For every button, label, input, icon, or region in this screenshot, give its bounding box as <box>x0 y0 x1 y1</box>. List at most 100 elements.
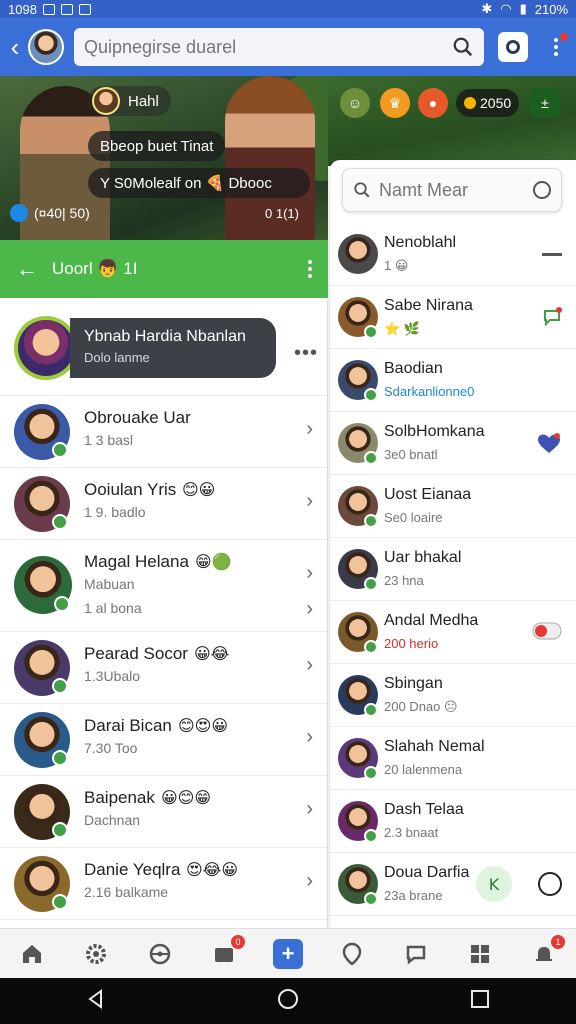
contacts-panel: Nenoblahl 1 😀 Sabe Nirana ⭐ 🌿 Baodian Sdarkan… <box>330 160 576 928</box>
coin-icon <box>464 97 476 109</box>
verified-check-icon <box>364 766 378 780</box>
chevron-right-icon[interactable]: › <box>306 562 313 585</box>
contact-row[interactable]: Darai Bican 😊😍😀 7.30 Too › <box>0 704 327 776</box>
contact-name: Obrouake Uar <box>84 408 191 427</box>
back-arrow-icon[interactable]: ← <box>16 256 38 282</box>
signal-icon: ▮ <box>519 1 527 16</box>
search-bar[interactable] <box>74 28 484 66</box>
panel-contact-row[interactable]: Sbingan 200 Dnao 😐 <box>330 665 576 727</box>
grid-icon[interactable] <box>465 939 495 969</box>
verified-check-icon <box>52 822 68 838</box>
add-button[interactable]: + <box>273 938 303 969</box>
more-options-icon[interactable]: ••• <box>294 342 318 365</box>
player-chip[interactable]: Hahl <box>88 86 171 116</box>
featured-contact-card[interactable]: Ybnab Hardia Nbanlan Dolo lanme <box>70 318 276 378</box>
hero-status: (¤40| 50) <box>10 204 90 222</box>
chevron-right-icon[interactable]: › <box>306 870 313 893</box>
chevron-right-icon[interactable]: › <box>306 598 313 621</box>
contact-row[interactable]: Pearad Socor 😀😂 1.3Ubalo › <box>0 632 327 704</box>
top-app-bar: ‹ <box>0 18 576 76</box>
contact-row[interactable]: Danie Yeqlra 😍😂😀 2.16 balkame › <box>0 848 327 920</box>
games-badge: 0 <box>231 934 245 949</box>
message-icon[interactable] <box>542 307 562 332</box>
offer-text: Y S0Molealf on 🍕 Dbooc <box>100 175 272 192</box>
overflow-menu-button[interactable] <box>546 27 568 67</box>
contact-emoji: 😍😂😀 <box>186 862 239 879</box>
notifications-icon[interactable]: 1 <box>529 934 565 969</box>
chevron-right-icon[interactable]: › <box>306 490 313 513</box>
system-recents-icon[interactable] <box>469 988 491 1015</box>
chevron-right-icon[interactable]: › <box>306 418 313 441</box>
games-icon[interactable]: 0 <box>209 934 245 969</box>
verified-check-icon <box>54 596 70 612</box>
chevron-right-icon[interactable]: › <box>306 726 313 749</box>
offer-chip[interactable]: Y S0Molealf on 🍕 Dbooc <box>88 168 310 198</box>
contact-subtitle: 1 3 basl <box>84 432 134 448</box>
toggle-icon[interactable] <box>532 622 562 645</box>
contact-row[interactable]: Ooiulan Yris 😊😀 1 9. badlo › <box>0 468 327 540</box>
event-text: Bbeop buet Tinat <box>100 137 214 155</box>
contact-row[interactable]: Baipenak 😀😊😁 Dachnan › <box>0 776 327 848</box>
contact-row[interactable]: Obrouake Uar 1 3 basl › <box>0 396 327 468</box>
panel-contact-row[interactable]: SolbHomkana 3e0 bnatl <box>330 413 576 475</box>
panel-contact-avatar <box>338 234 378 274</box>
panel-contact-subtitle: Se0 loaire <box>384 510 443 525</box>
list-menu-button[interactable] <box>308 260 312 278</box>
settings-gear-icon[interactable] <box>81 939 111 969</box>
steering-wheel-icon[interactable] <box>145 939 175 969</box>
chat-icon <box>78 3 91 15</box>
panel-contact-subtitle: 3e0 bnatl <box>384 447 438 462</box>
panel-contact-name: Andal Medha <box>384 612 479 629</box>
map-pin-icon[interactable] <box>337 939 367 969</box>
panel-search-input[interactable] <box>379 179 533 201</box>
gift-icon[interactable]: ± <box>530 88 560 118</box>
panel-contact-row[interactable]: Doua Darfia 23a brane K <box>330 854 576 916</box>
game-hero-banner[interactable]: Hahl Bbeop buet Tinat Y S0Molealf on 🍕 D… <box>0 76 328 242</box>
search-icon[interactable] <box>452 36 474 58</box>
chat-bubble-icon[interactable] <box>401 939 431 969</box>
panel-contact-row[interactable]: Dash Telaa 2.3 bnaat <box>330 791 576 853</box>
coin-value: 2050 <box>480 95 512 111</box>
featured-avatar <box>14 316 78 380</box>
history-icon[interactable] <box>533 181 551 199</box>
panel-contact-row[interactable]: Andal Medha 200 herio <box>330 602 576 664</box>
system-back-icon[interactable] <box>85 988 107 1015</box>
image-icon <box>60 3 73 15</box>
chat-actions[interactable]: K <box>474 864 564 909</box>
contact-name: Magal Helana <box>84 552 189 571</box>
chevron-right-icon[interactable]: › <box>306 654 313 677</box>
panel-search-bar[interactable] <box>342 168 562 212</box>
panel-contact-row[interactable]: Uost Eianaa Se0 loaire <box>330 476 576 538</box>
location-pin-icon[interactable]: ● <box>418 88 448 118</box>
search-input[interactable] <box>84 36 452 58</box>
panel-contact-row[interactable]: Nenoblahl 1 😀 <box>330 224 576 286</box>
hero-status-text: (¤40| 50) <box>34 205 90 221</box>
minus-icon[interactable] <box>542 244 562 262</box>
alerts-badge: 1 <box>551 934 565 949</box>
system-home-icon[interactable] <box>276 987 300 1016</box>
heart-icon[interactable] <box>536 433 562 460</box>
contact-name: Danie Yeqlra <box>84 860 181 879</box>
panel-contact-name: Uar bhakal <box>384 549 462 566</box>
event-chip[interactable]: Bbeop buet Tinat <box>88 131 226 161</box>
panel-contact-row[interactable]: Sabe Nirana ⭐ 🌿 <box>330 287 576 349</box>
trophy-icon[interactable]: ♛ <box>380 88 410 118</box>
verified-check-icon <box>364 892 378 906</box>
coin-counter[interactable]: 2050 <box>456 89 520 117</box>
home-icon[interactable] <box>17 939 47 969</box>
contact-row[interactable]: Magal Helana 😁🟢 Mabuan 1 al bona › › <box>0 540 327 632</box>
back-arrow-icon[interactable]: ‹ <box>4 27 26 67</box>
player-avatar-small[interactable]: ☺ <box>340 88 370 118</box>
status-time: 1098 <box>8 1 37 17</box>
player-avatar <box>92 87 120 115</box>
panel-contact-row[interactable]: Slahah Nemal 20 lalenmena <box>330 728 576 790</box>
panel-contact-subtitle: 20 lalenmena <box>384 762 463 777</box>
chevron-right-icon[interactable]: › <box>306 798 313 821</box>
panel-contact-row[interactable]: Uar bhakal 23 hna <box>330 539 576 601</box>
profile-avatar[interactable] <box>28 29 64 65</box>
notification-icon <box>42 3 55 15</box>
svg-text:K: K <box>489 875 500 894</box>
panel-contact-row[interactable]: Baodian Sdarkanlionne0 <box>330 350 576 412</box>
camera-button[interactable] <box>498 32 528 62</box>
featured-contact[interactable]: Ybnab Hardia Nbanlan Dolo lanme ••• <box>0 300 327 396</box>
